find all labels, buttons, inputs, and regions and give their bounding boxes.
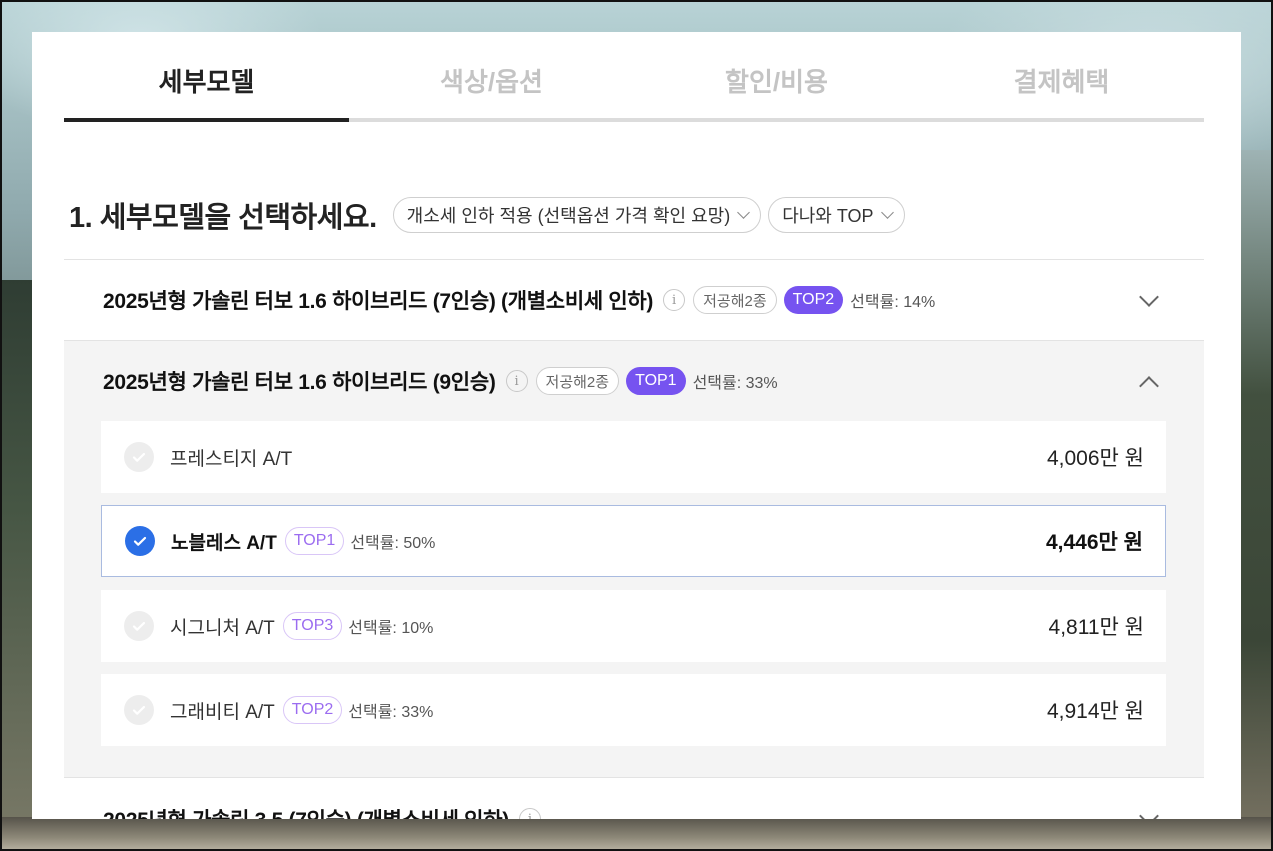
sort-label: 다나와 TOP bbox=[782, 206, 874, 226]
model-header[interactable]: 2025년형 가솔린 터보 1.6 하이브리드 (9인승) i 저공해2종 TO… bbox=[64, 341, 1204, 421]
trim-name: 그래비티 A/T bbox=[170, 701, 275, 723]
check-icon[interactable] bbox=[124, 611, 154, 641]
top-badge: TOP3 bbox=[282, 612, 343, 640]
trim-name: 프레스티지 A/T bbox=[170, 448, 293, 470]
trim-price: 4,914만 원 bbox=[1046, 700, 1144, 723]
section-title: 1. 세부모델을 선택하세요. bbox=[69, 202, 377, 234]
info-icon[interactable]: i bbox=[518, 808, 541, 819]
info-icon[interactable]: i bbox=[505, 370, 528, 392]
selection-rate: 선택률: 33% bbox=[348, 704, 434, 721]
trim-option-gravity[interactable]: 그래비티 A/T TOP2 선택률: 33% 4,914만 원 bbox=[101, 674, 1166, 746]
trim-price: 4,006만 원 bbox=[1046, 447, 1144, 470]
section-heading-row: 1. 세부모델을 선택하세요. 개소세 인하 적용 (선택옵션 가격 확인 요망… bbox=[69, 194, 912, 236]
chevron-down-icon bbox=[737, 206, 751, 219]
trim-name: 노블레스 A/T bbox=[171, 532, 277, 554]
tax-filter-label: 개소세 인하 적용 (선택옵션 가격 확인 요망) bbox=[406, 206, 731, 226]
model-title: 2025년형 가솔린 터보 1.6 하이브리드 (7인승) (개별소비세 인하) bbox=[103, 290, 654, 313]
chevron-down-icon[interactable] bbox=[1139, 287, 1159, 307]
model-selection-panel: 세부모델 색상/옵션 할인/비용 결제혜택 1. 세부모델을 선택하세요. 개소… bbox=[32, 32, 1241, 819]
top-badge: TOP1 bbox=[284, 527, 345, 555]
chevron-down-icon bbox=[880, 206, 894, 219]
chevron-up-icon[interactable] bbox=[1139, 376, 1159, 396]
tab-detail-model[interactable]: 세부모델 bbox=[64, 32, 349, 122]
info-icon[interactable]: i bbox=[663, 289, 686, 311]
emission-badge: 저공해2종 bbox=[693, 286, 777, 314]
check-icon[interactable] bbox=[124, 695, 154, 725]
tax-filter-select[interactable]: 개소세 인하 적용 (선택옵션 가격 확인 요망) bbox=[392, 197, 762, 233]
selection-rate: 선택률: 50% bbox=[350, 535, 436, 552]
trim-price: 4,811만 원 bbox=[1048, 616, 1144, 639]
top-badge: TOP1 bbox=[626, 367, 686, 395]
trim-name: 시그니처 A/T bbox=[170, 617, 275, 639]
model-item: 2025년형 가솔린 터보 1.6 하이브리드 (7인승) (개별소비세 인하)… bbox=[64, 259, 1204, 340]
trim-option-prestige[interactable]: 프레스티지 A/T 4,006만 원 bbox=[101, 421, 1166, 493]
top-badge: TOP2 bbox=[282, 696, 343, 724]
check-icon[interactable] bbox=[124, 442, 154, 472]
top-badge: TOP2 bbox=[783, 286, 844, 314]
trim-option-noblesse[interactable]: 노블레스 A/T TOP1 선택률: 50% 4,446만 원 bbox=[101, 505, 1166, 577]
model-item-expanded: 2025년형 가솔린 터보 1.6 하이브리드 (9인승) i 저공해2종 TO… bbox=[64, 340, 1204, 778]
tab-payment-benefit[interactable]: 결제혜택 bbox=[919, 32, 1204, 122]
selection-rate: 선택률: 10% bbox=[348, 620, 434, 637]
tab-discount-cost[interactable]: 할인/비용 bbox=[634, 32, 919, 122]
step-tabs: 세부모델 색상/옵션 할인/비용 결제혜택 bbox=[64, 32, 1204, 122]
emission-badge: 저공해2종 bbox=[535, 367, 620, 395]
sort-select[interactable]: 다나와 TOP bbox=[768, 197, 905, 233]
selection-rate: 선택률: 33% bbox=[692, 375, 778, 392]
model-header[interactable]: 2025년형 가솔린 터보 1.6 하이브리드 (7인승) (개별소비세 인하)… bbox=[64, 260, 1204, 340]
background-ground bbox=[0, 817, 1273, 851]
model-item: 2025년형 가솔린 3.5 (7인승) (개별소비세 인하) i bbox=[64, 779, 1204, 819]
tab-color-option[interactable]: 색상/옵션 bbox=[349, 32, 634, 122]
trim-price: 4,446만 원 bbox=[1045, 531, 1143, 554]
chevron-down-icon[interactable] bbox=[1139, 806, 1159, 819]
tab-active-indicator bbox=[64, 118, 349, 122]
selection-rate: 선택률: 14% bbox=[850, 294, 936, 311]
model-header[interactable]: 2025년형 가솔린 3.5 (7인승) (개별소비세 인하) i bbox=[64, 779, 1204, 819]
model-title: 2025년형 가솔린 터보 1.6 하이브리드 (9인승) bbox=[103, 371, 496, 394]
check-icon[interactable] bbox=[125, 526, 155, 556]
trim-option-signature[interactable]: 시그니처 A/T TOP3 선택률: 10% 4,811만 원 bbox=[101, 590, 1166, 662]
tab-underline bbox=[64, 118, 1204, 122]
model-title: 2025년형 가솔린 3.5 (7인승) (개별소비세 인하) bbox=[103, 804, 509, 819]
